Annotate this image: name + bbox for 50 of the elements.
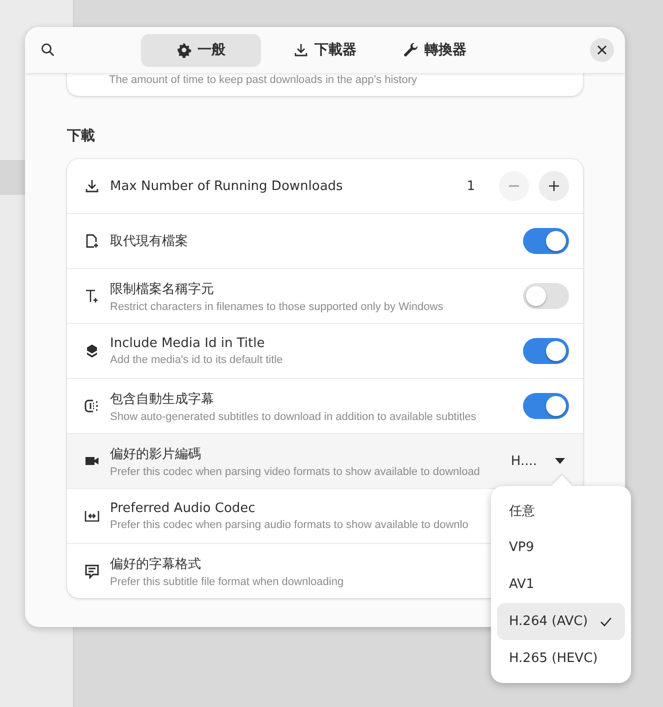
badge-icon [84, 343, 100, 359]
setting-title: Max Number of Running Downloads [110, 178, 343, 194]
close-button[interactable] [590, 38, 614, 62]
subtitles-icon [84, 398, 100, 414]
plus-icon [548, 180, 560, 192]
search-button[interactable] [40, 42, 56, 58]
setting-title: 偏好的影片編碼 [110, 446, 201, 462]
check-icon [600, 616, 612, 626]
audio-icon [84, 508, 100, 524]
toggle-switch[interactable] [523, 393, 569, 419]
setting-description: Prefer this subtitle file format when downloading [110, 576, 344, 588]
message-icon [84, 563, 100, 579]
value-text: 1 [466, 178, 475, 194]
setting-row[interactable]: Max Number of Running Downloads 1 [67, 159, 583, 213]
file-plus-icon [84, 233, 100, 249]
codec-dropdown[interactable]: H.... [510, 454, 569, 468]
setting-title: 取代現有檔案 [110, 233, 188, 250]
menu-item[interactable]: H.264 (AVC) [497, 603, 625, 640]
tab[interactable]: 下載器 [278, 34, 370, 66]
setting-title: 偏好的字幕格式 [110, 556, 201, 572]
increment-button[interactable] [539, 171, 569, 201]
setting-row[interactable]: 限制檔案名稱字元 Restrict characters in filenames to those supported only by Windows [67, 268, 583, 323]
download-icon [84, 178, 100, 194]
tab[interactable]: 轉換器 [388, 34, 480, 66]
search-icon [40, 42, 56, 58]
setting-row[interactable]: 取代現有檔案 [67, 213, 583, 268]
setting-row[interactable]: 偏好的影片編碼 Prefer this codec when parsing video formats to show available to download H.... [67, 433, 583, 488]
setting-description: Show auto-generated subtitles to download in addition to available subtitles [110, 410, 476, 422]
toggle-switch[interactable] [523, 228, 569, 254]
setting-description: Prefer this codec when parsing video formats to show available to download [110, 466, 480, 478]
setting-description: Add the media's id to its default title [110, 354, 283, 366]
setting-description: Restrict characters in filenames to those supported only by Windows [110, 300, 444, 312]
toggle-switch[interactable] [523, 338, 569, 364]
setting-row[interactable]: Include Media Id in Title Add the media's id to its default title [67, 323, 583, 378]
gear-icon [176, 42, 192, 58]
wrench-icon [402, 42, 418, 58]
menu-item[interactable]: H.265 (HEVC) [497, 640, 625, 677]
setting-description: Prefer this codec when parsing audio formats to show available to downlo [110, 519, 468, 531]
tab[interactable]: 一般 [140, 34, 260, 66]
setting-title: Include Media Id in Title [110, 336, 265, 351]
toggle-switch[interactable] [523, 283, 569, 309]
setting-title: 限制檔案名稱字元 [110, 280, 214, 298]
setting-title: 包含自動生成字幕 [110, 390, 214, 408]
close-icon [596, 44, 608, 56]
text-icon [84, 288, 100, 304]
setting-description: The amount of time to keep past downloads in the app’s history [109, 74, 417, 86]
caret-icon [555, 458, 565, 464]
download-icon [292, 42, 308, 58]
setting-title: Preferred Audio Codec [110, 501, 256, 516]
section-title: 下載 [67, 127, 96, 145]
